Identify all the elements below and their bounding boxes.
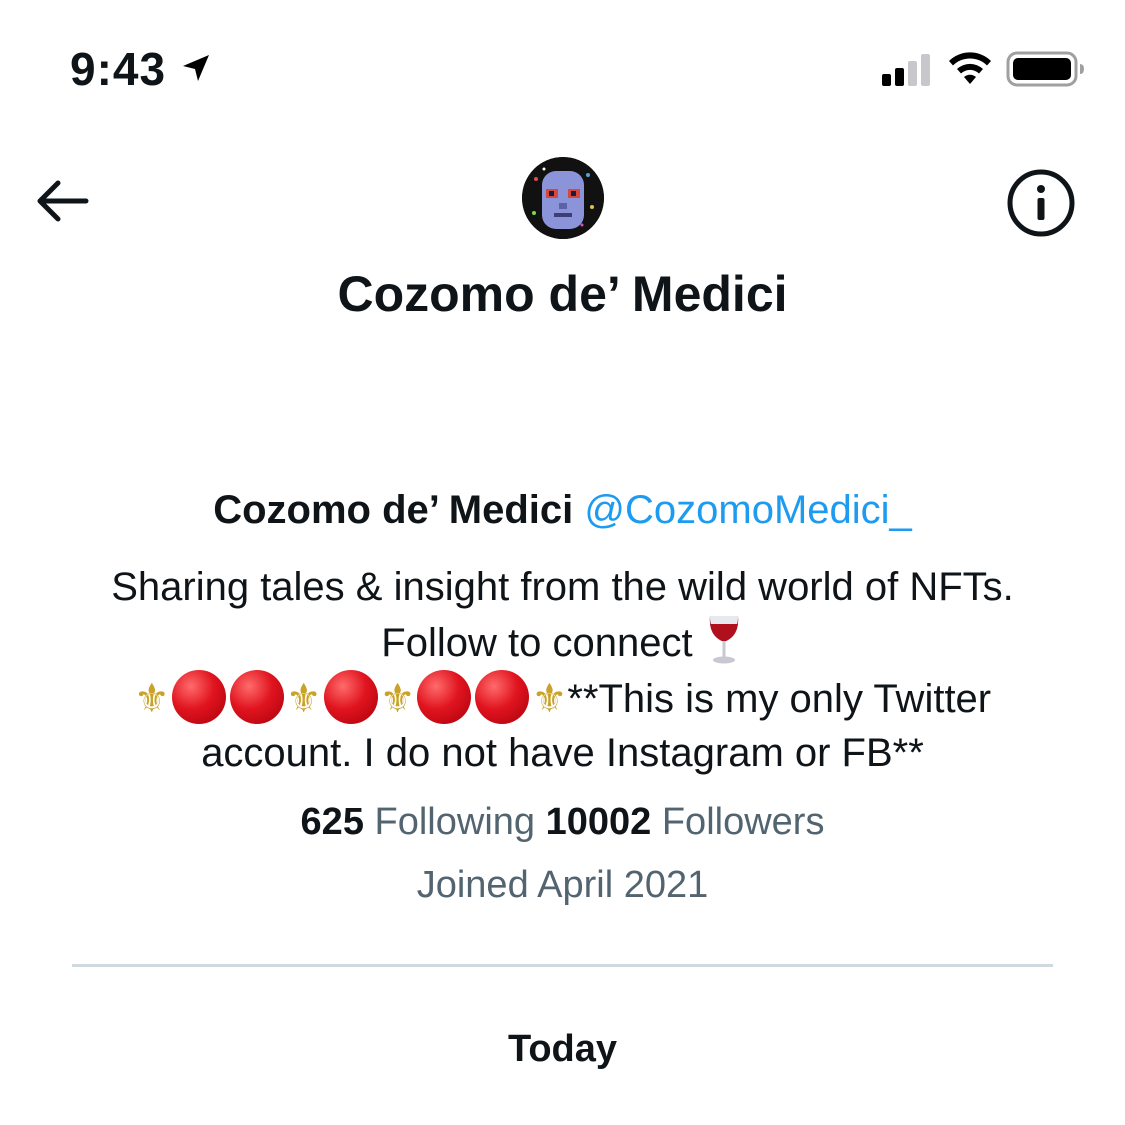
follow-stats: 625 Following 10002 Followers [0, 794, 1125, 850]
profile-summary: Cozomo de’ Medici @CozomoMedici_ Sharing… [0, 480, 1125, 907]
red-circle-emoji [417, 670, 472, 724]
followers-link[interactable]: 10002 Followers [546, 801, 825, 843]
divider [72, 964, 1053, 967]
avatar[interactable] [522, 157, 604, 239]
fleur-de-lis-emoji: ⚜ [379, 677, 416, 721]
arrow-left-icon[interactable] [30, 176, 92, 226]
avatar-image [522, 157, 604, 239]
location-arrow-icon [183, 55, 209, 81]
red-circle-emoji [171, 670, 226, 724]
profile-header: Cozomo de’ Medici [0, 140, 1125, 340]
following-link[interactable]: 625 Following [301, 801, 546, 843]
name-line: Cozomo de’ Medici @CozomoMedici_ [0, 480, 1125, 540]
date-header: Today [507, 1028, 618, 1070]
fleur-de-lis-emoji: ⚜ [531, 677, 568, 721]
status-bar: 9:43 [0, 0, 1125, 130]
fleur-de-lis-emoji: ⚜ [285, 677, 322, 721]
wifi-icon [949, 52, 991, 84]
joined-date: Joined April 2021 [416, 864, 709, 906]
followers-label: Followers [661, 801, 825, 843]
following-count: 625 [300, 801, 364, 843]
following-label: Following [374, 801, 536, 843]
wine-glass-emoji [709, 616, 738, 664]
red-circle-emoji [475, 670, 530, 724]
header-title: Cozomo de’ Medici [337, 266, 788, 322]
cellular-signal-icon [882, 54, 930, 86]
fleur-de-lis-emoji: ⚜ [133, 677, 170, 721]
info-icon[interactable] [1006, 168, 1076, 238]
display-name: Cozomo de’ Medici [213, 488, 574, 532]
red-circle-emoji [323, 670, 378, 724]
red-circle-emoji [229, 670, 284, 724]
bio-text-1: Sharing tales & insight from the wild wo… [111, 565, 1014, 665]
battery-icon [1006, 51, 1084, 87]
status-time: 9:43 [70, 43, 167, 95]
profile-handle[interactable]: @CozomoMedici_ [584, 488, 911, 532]
followers-count: 10002 [545, 801, 652, 843]
profile-bio: Sharing tales & insight from the wild wo… [68, 560, 1058, 780]
